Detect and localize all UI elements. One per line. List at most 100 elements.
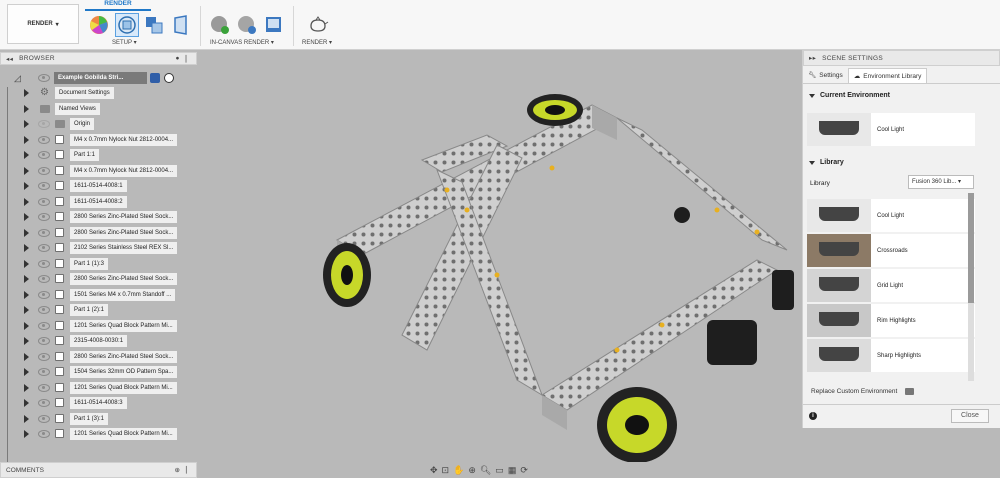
library-section-header[interactable]: Library [809, 159, 844, 166]
current-environment-item[interactable]: Cool Light [807, 113, 975, 146]
browser-item-label[interactable]: 1611-0514-4008:1 [70, 180, 127, 192]
canvas-viewport[interactable] [197, 50, 802, 462]
browser-item-label[interactable]: Origin [70, 118, 95, 130]
browser-item-label[interactable]: 2315-4008-0030:1 [70, 335, 128, 347]
expand-arrow-icon[interactable] [24, 290, 29, 299]
browser-tree-item[interactable]: Part 1:1 [0, 148, 197, 162]
expand-arrow-icon[interactable] [24, 337, 29, 345]
browser-item-label[interactable]: 1201 Series Quad Block Pattern Mi... [70, 428, 177, 440]
display-settings-icon[interactable]: ▭ [495, 465, 504, 476]
visibility-eye-icon[interactable] [38, 166, 50, 175]
browser-tree-item[interactable]: 1201 Series Quad Block Pattern Mi... [0, 427, 197, 441]
collapse-panel-button[interactable]: ▏ [186, 55, 191, 63]
browser-tree-item[interactable]: M4 x 0.7mm Nylock Nut 2812-0004... [0, 133, 197, 147]
add-comment-icon[interactable]: ⊕ [175, 466, 180, 474]
environment-library-item[interactable]: Crossroads [807, 234, 975, 267]
expand-arrow-icon[interactable] [24, 368, 29, 376]
environment-library-item[interactable]: Cool Light [807, 199, 975, 232]
scrollbar-thumb[interactable] [968, 193, 974, 303]
visibility-eye-icon[interactable] [38, 368, 50, 376]
visibility-eye-icon[interactable] [38, 352, 50, 361]
browser-tree-item[interactable]: M4 x 0.7mm Nylock Nut 2812-0004... [0, 164, 197, 178]
browser-item-label[interactable]: M4 x 0.7mm Nylock Nut 2812-0004... [70, 133, 178, 146]
expand-arrow-icon[interactable] [24, 352, 29, 361]
browser-item-label[interactable]: Named Views [55, 102, 100, 115]
browser-item-label[interactable]: 2800 Series Zinc-Plated Steel Sock... [70, 350, 178, 363]
render-group-label[interactable]: RENDER ▾ [302, 39, 332, 46]
texture-map-icon[interactable] [143, 14, 165, 36]
visibility-eye-icon[interactable] [38, 74, 50, 82]
expand-arrow-icon[interactable] [24, 259, 29, 268]
color-wheel-icon[interactable] [88, 14, 110, 36]
browser-item-label[interactable]: Part 1:1 [70, 149, 100, 161]
browser-tree-item[interactable]: 2800 Series Zinc-Plated Steel Sock... [0, 272, 197, 286]
in-canvas-render-group-label[interactable]: IN-CANVAS RENDER ▾ [210, 39, 274, 46]
model-render[interactable] [197, 50, 802, 462]
browser-tree-item[interactable]: 1201 Series Quad Block Pattern Mi... [0, 319, 197, 333]
pan-icon[interactable]: ✋ [453, 465, 464, 476]
expand-arrow-icon[interactable] [24, 430, 29, 438]
browser-item-label[interactable]: Document Settings [55, 87, 114, 99]
tab-environment-library[interactable]: ☁ Environment Library [847, 68, 928, 83]
browser-tree-item[interactable]: 1611-0514-4008:3 [0, 396, 197, 410]
setup-group-label[interactable]: SETUP ▾ [112, 39, 137, 46]
browser-tree-item[interactable]: Part 1 (1):3 [0, 257, 197, 271]
expand-arrow-icon[interactable] [24, 306, 29, 314]
browser-tree-item[interactable]: 2315-4008-0030:1 [0, 334, 197, 348]
visibility-eye-icon[interactable] [38, 337, 50, 345]
root-collapse-icon[interactable]: ◿ [14, 73, 21, 84]
browser-tree-item[interactable]: 1611-0514-4008:1 [0, 179, 197, 193]
expand-arrow-icon[interactable] [24, 414, 29, 423]
environment-library-item[interactable]: Sharp Highlights [807, 339, 975, 372]
visibility-eye-icon[interactable] [38, 135, 50, 144]
visibility-eye-icon[interactable] [38, 306, 50, 314]
expand-arrow-icon[interactable] [24, 383, 29, 392]
grid-settings-icon[interactable]: ▦ [508, 465, 517, 476]
browser-tree-item[interactable]: 2800 Series Zinc-Plated Steel Sock... [0, 226, 197, 240]
expand-arrow-icon[interactable] [24, 228, 29, 237]
look-at-icon[interactable]: ⊡ [442, 465, 450, 476]
browser-item-label[interactable]: Part 1 (3):1 [70, 412, 109, 425]
visibility-eye-icon[interactable] [38, 213, 50, 221]
browser-tree-item[interactable]: Named Views [0, 102, 197, 116]
collapse-left-icon[interactable]: ◂◂ [6, 55, 13, 63]
browser-tree-item[interactable]: 2800 Series Zinc-Plated Steel Sock... [0, 210, 197, 224]
environment-list-scrollbar[interactable] [968, 193, 974, 381]
expand-arrow-icon[interactable] [24, 89, 29, 97]
browser-item-label[interactable]: 1611-0514-4008:2 [70, 195, 127, 208]
expand-arrow-icon[interactable] [24, 275, 29, 283]
expand-arrow-icon[interactable] [24, 244, 29, 252]
browser-tree-item[interactable]: 1611-0514-4008:2 [0, 195, 197, 209]
library-select[interactable]: Fusion 360 Lib... ▾ [908, 175, 974, 189]
browser-item-label[interactable]: Part 1 (1):3 [70, 257, 109, 270]
visibility-eye-icon[interactable] [38, 399, 50, 407]
collapse-panel-button[interactable]: ▏ [186, 466, 191, 474]
expand-arrow-icon[interactable] [24, 151, 29, 159]
in-canvas-render-icon[interactable] [209, 14, 231, 36]
root-component-label[interactable]: Example Gobilda Stri... [54, 72, 147, 84]
visibility-eye-icon[interactable] [38, 383, 50, 392]
visibility-eye-icon[interactable] [38, 228, 50, 237]
browser-item-label[interactable]: 1201 Series Quad Block Pattern Mi... [70, 319, 177, 332]
browser-item-label[interactable]: M4 x 0.7mm Nylock Nut 2812-0004... [70, 164, 178, 177]
browser-item-label[interactable]: Part 1 (2):1 [70, 304, 109, 316]
info-icon[interactable]: i [809, 412, 817, 420]
visibility-eye-icon[interactable] [38, 430, 50, 438]
expand-arrow-icon[interactable] [24, 182, 29, 190]
browser-item-label[interactable]: 1501 Series M4 x 0.7mm Standoff ... [70, 288, 176, 301]
visibility-eye-icon[interactable] [38, 120, 50, 128]
expand-arrow-icon[interactable] [24, 399, 29, 407]
capture-image-icon[interactable] [263, 14, 285, 36]
link-icon[interactable] [150, 73, 160, 83]
browser-item-label[interactable]: 1201 Series Quad Block Pattern Mi... [70, 381, 177, 394]
browser-tree-item[interactable]: Part 1 (2):1 [0, 303, 197, 317]
browser-tree-item[interactable]: ⚙ Document Settings [0, 86, 197, 100]
browser-tree-item[interactable]: Part 1 (3):1 [0, 412, 197, 426]
folder-icon[interactable] [905, 388, 915, 395]
viewports-icon[interactable]: ⟳ [520, 465, 528, 476]
workspace-switcher-button[interactable]: RENDER ▾ [7, 4, 79, 44]
decal-icon[interactable] [170, 14, 192, 36]
visibility-eye-icon[interactable] [38, 290, 50, 299]
scene-settings-icon[interactable] [115, 13, 139, 37]
expand-arrow-icon[interactable] [24, 321, 29, 330]
